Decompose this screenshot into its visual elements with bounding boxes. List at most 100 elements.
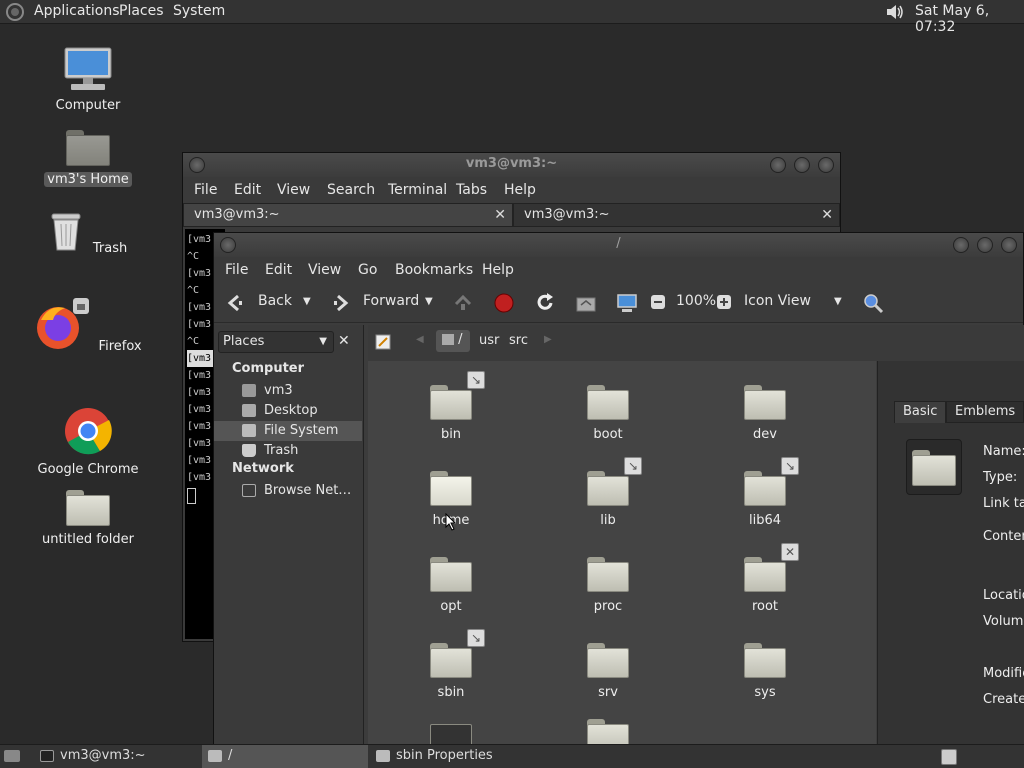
menu-applications[interactable]: Applications (34, 3, 120, 19)
back-button[interactable]: Back (258, 293, 292, 309)
file-item-boot[interactable]: boot (558, 385, 658, 442)
menu-help[interactable]: Help (482, 262, 514, 278)
close-sidebar-icon[interactable]: ✕ (338, 333, 350, 349)
zoom-out-icon[interactable] (650, 294, 666, 310)
path-button-root[interactable]: / (436, 330, 470, 352)
file-item-sys[interactable]: sys (715, 643, 815, 700)
terminal-titlebar[interactable]: vm3@vm3:~ (183, 153, 840, 177)
menu-bookmarks[interactable]: Bookmarks (395, 262, 473, 278)
menu-file[interactable]: File (194, 182, 217, 198)
trash-applet-icon[interactable] (941, 749, 957, 765)
file-manager-titlebar[interactable]: / (214, 233, 1023, 257)
file-item-sbin[interactable]: ↘ sbin (401, 629, 501, 700)
terminal-tab[interactable]: vm3@vm3:~ ✕ (183, 203, 513, 227)
forward-button[interactable]: Forward (363, 293, 419, 309)
file-item-srv[interactable]: srv (558, 643, 658, 700)
path-scroll-left-icon[interactable]: ◀ (416, 334, 424, 345)
maximize-button[interactable] (977, 237, 993, 253)
menu-tabs[interactable]: Tabs (456, 182, 487, 198)
show-desktop-icon[interactable] (4, 750, 20, 762)
desktop-icon-trash[interactable]: Trash (28, 210, 148, 256)
file-item-dev[interactable]: dev (715, 385, 815, 442)
close-tab-icon[interactable]: ✕ (494, 204, 506, 226)
menu-edit[interactable]: Edit (265, 262, 292, 278)
close-tab-icon[interactable]: ✕ (821, 204, 833, 226)
menu-view[interactable]: View (277, 182, 310, 198)
window-menu-button[interactable] (220, 237, 236, 253)
view-mode-dropdown-icon[interactable]: ▼ (834, 296, 842, 307)
menu-places[interactable]: Places (119, 3, 164, 19)
file-icon-view[interactable]: ↘ bin boot dev home ↘ lib ↘ lib64 opt (368, 361, 876, 754)
path-scroll-right-icon[interactable]: ▶ (544, 334, 552, 345)
file-name: sbin (437, 685, 465, 700)
sidebar-item-file-system[interactable]: File System (214, 421, 362, 441)
back-history-dropdown[interactable]: ▼ (303, 296, 311, 307)
sidebar-type-select[interactable]: Places ▼ (218, 331, 334, 353)
distro-logo-icon[interactable] (6, 3, 24, 21)
terminal-tab[interactable]: vm3@vm3:~ ✕ (513, 203, 840, 227)
window-menu-button[interactable] (189, 157, 205, 173)
forward-history-dropdown[interactable]: ▼ (425, 296, 433, 307)
minimize-button[interactable] (953, 237, 969, 253)
desktop-icon-label: Trash (92, 241, 128, 256)
desktop-icon-computer[interactable]: Computer (28, 46, 148, 113)
menu-edit[interactable]: Edit (234, 182, 261, 198)
stop-icon[interactable] (493, 292, 515, 314)
back-arrow-icon[interactable] (224, 292, 246, 314)
home-icon[interactable] (575, 292, 597, 314)
desktop-icon-untitled-folder[interactable]: untitled folder (28, 490, 148, 547)
menu-system[interactable]: System (173, 3, 225, 19)
taskbar-terminal[interactable]: vm3@vm3:~ (34, 745, 200, 768)
file-item-opt[interactable]: opt (401, 557, 501, 614)
desktop-icon-chrome[interactable]: Google Chrome (28, 406, 148, 477)
close-button[interactable] (818, 157, 834, 173)
path-button-usr[interactable]: usr (479, 333, 499, 348)
sidebar-item-browse-network[interactable]: Browse Net… (214, 481, 362, 501)
menu-terminal[interactable]: Terminal (388, 182, 447, 198)
file-item-proc[interactable]: proc (558, 557, 658, 614)
sidebar-item-vm3[interactable]: vm3 (214, 381, 362, 401)
task-label: vm3@vm3:~ (60, 748, 146, 763)
zoom-in-icon[interactable] (716, 294, 732, 310)
sidebar-item-trash[interactable]: Trash (214, 441, 362, 461)
menu-search[interactable]: Search (327, 182, 375, 198)
path-button-src[interactable]: src (509, 333, 528, 348)
taskbar-file-manager[interactable]: / (202, 745, 368, 768)
sidebar-item-desktop[interactable]: Desktop (214, 401, 362, 421)
desktop-icon-label: untitled folder (41, 532, 134, 547)
menu-view[interactable]: View (308, 262, 341, 278)
terminal-tabbar: vm3@vm3:~ ✕ vm3@vm3:~ ✕ (183, 203, 840, 227)
folder-icon (587, 643, 629, 678)
prop-link-target-label: Link tar (983, 496, 1024, 511)
clock[interactable]: Sat May 6, 07:32 (915, 3, 1024, 35)
menu-help[interactable]: Help (504, 182, 536, 198)
volume-icon[interactable] (885, 3, 905, 21)
menu-go[interactable]: Go (358, 262, 377, 278)
file-item-lib64[interactable]: ↘ lib64 (715, 457, 815, 528)
desktop-icon-label: Computer (55, 98, 121, 113)
tab-label: Emblems (955, 404, 1016, 419)
computer-icon[interactable] (616, 292, 638, 314)
computer-icon (64, 47, 112, 90)
minimize-button[interactable] (770, 157, 786, 173)
tab-basic[interactable]: Basic (894, 401, 947, 423)
close-button[interactable] (1001, 237, 1017, 253)
file-item-root[interactable]: ✕ root (715, 543, 815, 614)
desktop-icon-home[interactable]: vm3's Home (28, 130, 148, 187)
reload-icon[interactable] (534, 292, 556, 314)
up-arrow-icon[interactable] (452, 292, 474, 314)
edit-location-icon[interactable] (374, 333, 392, 351)
taskbar-sbin-properties[interactable]: sbin Properties (370, 745, 570, 768)
view-mode-select[interactable]: Icon View (744, 293, 811, 309)
tab-emblems[interactable]: Emblems (946, 401, 1024, 423)
tab-label: vm3@vm3:~ (524, 207, 610, 222)
maximize-button[interactable] (794, 157, 810, 173)
forward-arrow-icon[interactable] (330, 292, 352, 314)
sidebar: Places ▼ ✕ Computer vm3 Desktop File Sys… (214, 325, 364, 747)
file-item-bin[interactable]: ↘ bin (401, 371, 501, 442)
menu-file[interactable]: File (225, 262, 248, 278)
desktop-icon-firefox[interactable]: Firefox (28, 298, 148, 354)
search-icon[interactable] (862, 292, 884, 314)
file-item-lib[interactable]: ↘ lib (558, 457, 658, 528)
symlink-emblem-icon: ↘ (467, 629, 485, 647)
